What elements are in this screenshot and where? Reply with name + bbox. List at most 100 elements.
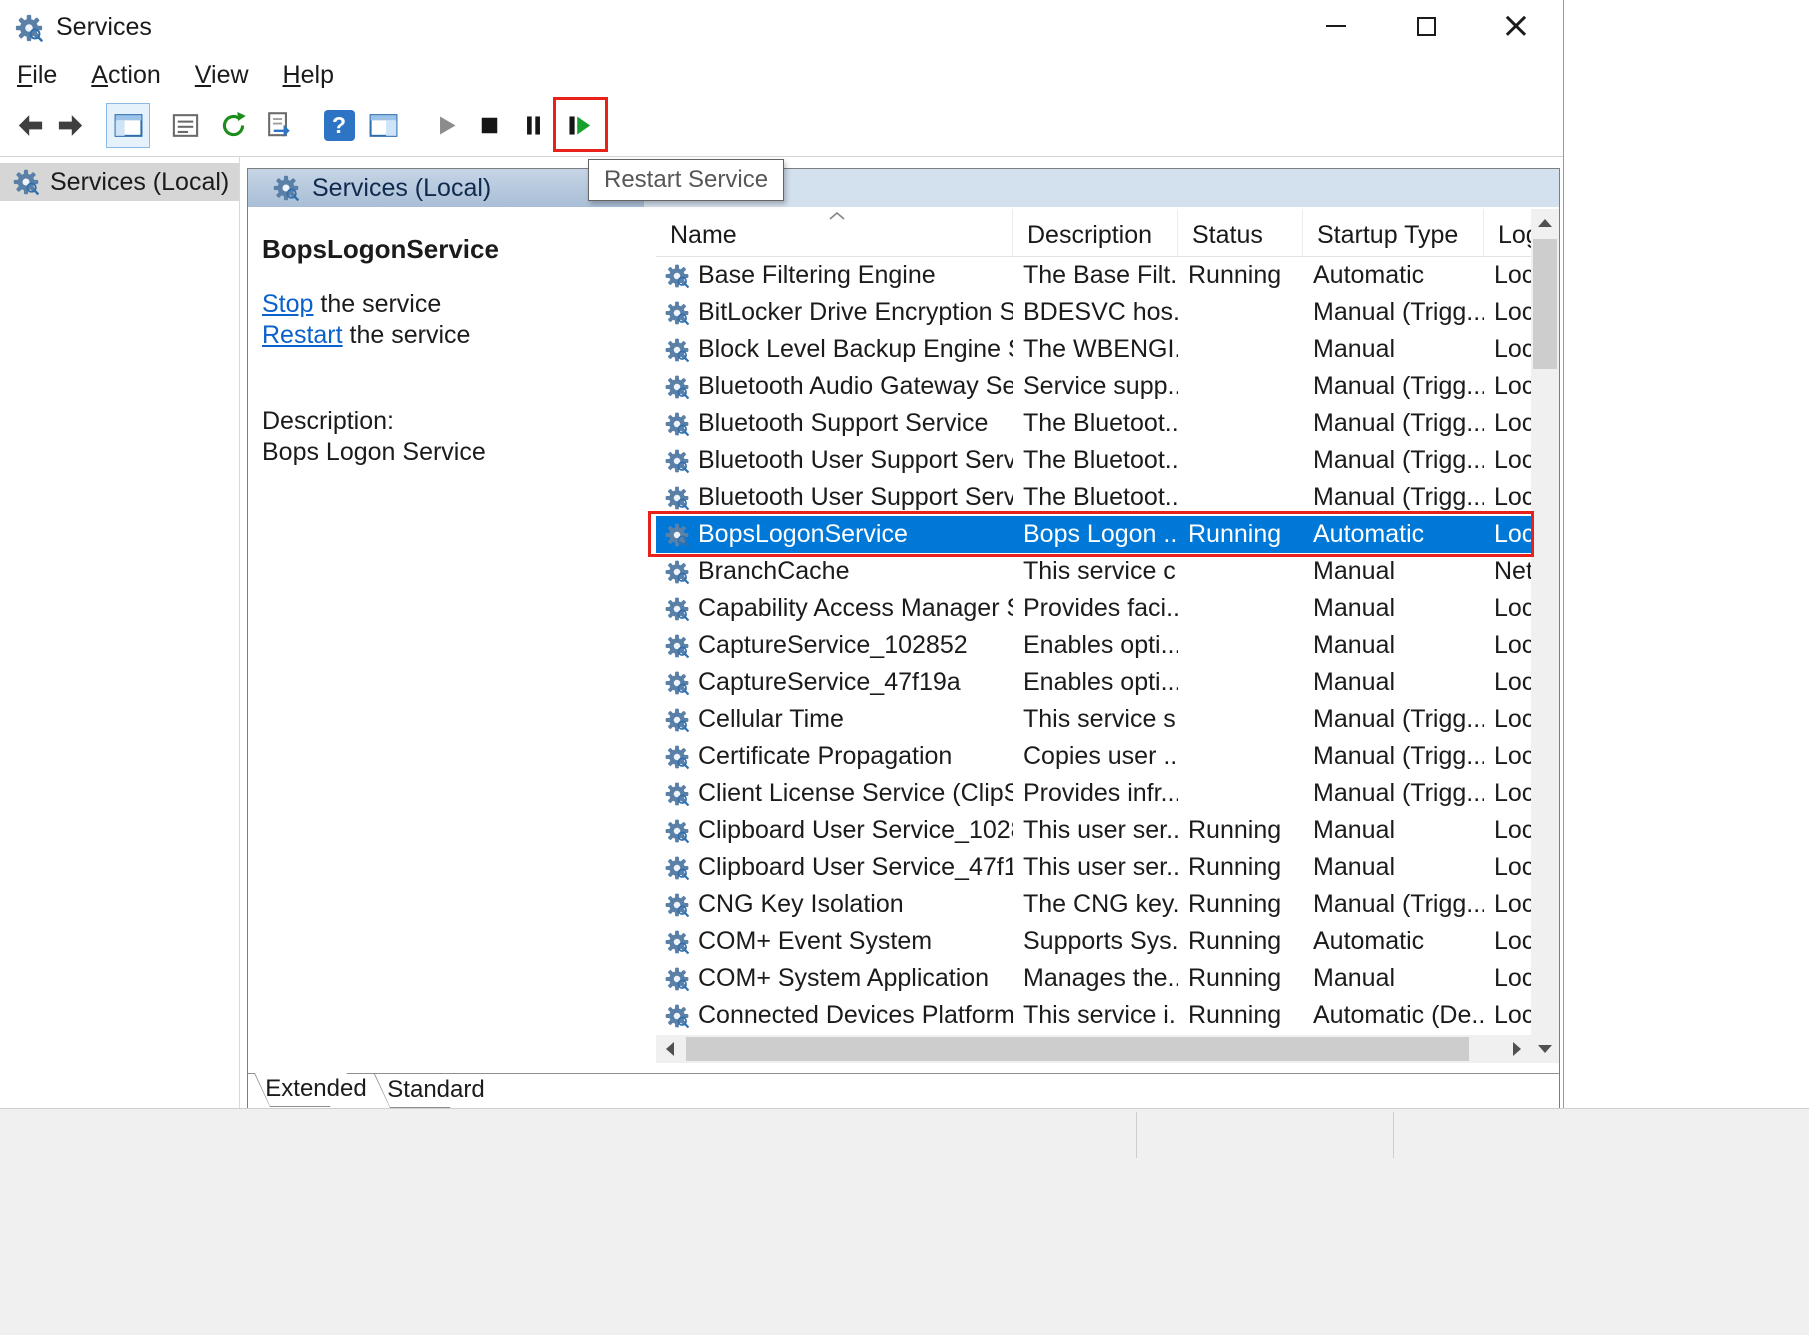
pause-service-button[interactable] [511, 103, 555, 148]
view-tabs: Extended Standard [248, 1073, 1559, 1109]
stop-service-button[interactable] [467, 103, 511, 148]
service-gear-icon [664, 633, 690, 659]
service-log-on-as: Loca [1484, 853, 1531, 882]
service-description: Provides faci... [1013, 594, 1178, 623]
export-list-button[interactable] [257, 103, 301, 148]
show-action-pane-button[interactable] [361, 103, 405, 148]
scroll-up-button[interactable] [1531, 209, 1559, 237]
console-tree-icon [113, 110, 144, 141]
service-row[interactable]: Connected Devices Platform ... This serv… [656, 997, 1531, 1034]
tab-extended[interactable]: Extended [254, 1073, 378, 1107]
window-title: Services [56, 13, 152, 42]
service-row[interactable]: Certificate Propagation Copies user ... … [656, 738, 1531, 775]
restart-service-suffix: the service [343, 321, 471, 349]
service-log-on-as: Loca [1484, 594, 1531, 623]
refresh-icon [218, 110, 249, 141]
service-description: The Bluetoot... [1013, 409, 1178, 438]
back-button[interactable] [8, 103, 52, 148]
service-startup-type: Automatic [1303, 261, 1484, 290]
close-button[interactable]: × [1471, 0, 1561, 52]
horizontal-scrollbar[interactable] [656, 1035, 1531, 1063]
vertical-scroll-thumb[interactable] [1533, 239, 1557, 369]
service-row[interactable]: Block Level Backup Engine Se... The WBEN… [656, 331, 1531, 368]
service-startup-type: Automatic (De... [1303, 1001, 1484, 1030]
description-text: Bops Logon Service [262, 437, 642, 468]
horizontal-scroll-thumb[interactable] [686, 1037, 1469, 1061]
service-row[interactable]: BranchCache This service c... Manual Net [656, 553, 1531, 590]
menu-action[interactable]: Action [74, 59, 178, 92]
column-header-log-on-as[interactable]: Log [1484, 209, 1531, 256]
service-row[interactable]: BopsLogonService Bops Logon ... Running … [656, 516, 1531, 553]
service-row[interactable]: CNG Key Isolation The CNG key... Running… [656, 886, 1531, 923]
refresh-button[interactable] [211, 103, 255, 148]
service-gear-icon [664, 892, 690, 918]
service-name: Capability Access Manager S... [698, 594, 1013, 623]
service-row[interactable]: Bluetooth User Support Servi... The Blue… [656, 442, 1531, 479]
menu-view[interactable]: View [178, 59, 266, 92]
scroll-up-icon [1538, 219, 1552, 227]
tab-standard[interactable]: Standard [374, 1074, 498, 1108]
service-startup-type: Manual (Trigg... [1303, 483, 1484, 512]
column-header-description[interactable]: Description [1013, 209, 1178, 256]
service-log-on-as: Net [1484, 557, 1531, 586]
service-gear-icon [664, 1003, 690, 1029]
menu-file[interactable]: File [0, 59, 74, 92]
service-row[interactable]: CaptureService_47f19a Enables opti... Ma… [656, 664, 1531, 701]
service-row[interactable]: Clipboard User Service_47f19a This user … [656, 849, 1531, 886]
service-status: Running [1178, 1001, 1303, 1030]
scroll-left-button[interactable] [656, 1035, 684, 1063]
stop-service-line: Stop the service [262, 289, 642, 320]
service-row[interactable]: Bluetooth Audio Gateway Ser... Service s… [656, 368, 1531, 405]
service-row[interactable]: BitLocker Drive Encryption Se... BDESVC … [656, 294, 1531, 331]
status-area [0, 1108, 1809, 1335]
service-gear-icon [664, 818, 690, 844]
minimize-button[interactable] [1291, 0, 1381, 52]
service-row[interactable]: Client License Service (ClipSVC) Provide… [656, 775, 1531, 812]
service-row[interactable]: CaptureService_102852 Enables opti... Ma… [656, 627, 1531, 664]
service-row[interactable]: Bluetooth Support Service The Bluetoot..… [656, 405, 1531, 442]
service-description: The Bluetoot... [1013, 446, 1178, 475]
service-gear-icon [664, 855, 690, 881]
restart-service-link[interactable]: Restart [262, 321, 343, 349]
service-row[interactable]: Cellular Time This service s... Manual (… [656, 701, 1531, 738]
minimize-icon [1326, 25, 1346, 27]
show-console-tree-button[interactable] [106, 103, 150, 148]
service-name: Clipboard User Service_102852 [698, 816, 1013, 845]
service-log-on-as: Loc [1484, 520, 1531, 549]
scroll-down-button[interactable] [1531, 1035, 1559, 1063]
restart-service-button[interactable] [556, 103, 600, 148]
stop-service-link[interactable]: Stop [262, 290, 313, 318]
service-log-on-as: Loca [1484, 816, 1531, 845]
service-startup-type: Manual [1303, 816, 1484, 845]
help-button[interactable]: ? [317, 103, 361, 148]
properties-button[interactable] [163, 103, 207, 148]
scroll-right-button[interactable] [1503, 1035, 1531, 1063]
service-name: Certificate Propagation [698, 742, 952, 771]
properties-icon [170, 110, 201, 141]
maximize-button[interactable] [1381, 0, 1471, 52]
service-status: Running [1178, 853, 1303, 882]
start-service-button[interactable] [424, 103, 468, 148]
maximize-icon [1417, 17, 1436, 36]
service-row[interactable]: Capability Access Manager S... Provides … [656, 590, 1531, 627]
service-startup-type: Manual (Trigg... [1303, 372, 1484, 401]
tree-item-services-local[interactable]: Services (Local) [0, 163, 239, 201]
service-row[interactable]: COM+ Event System Supports Sys... Runnin… [656, 923, 1531, 960]
services-app-icon [14, 13, 44, 43]
service-name: Cellular Time [698, 705, 844, 734]
start-icon [431, 110, 462, 141]
service-log-on-as: Loca [1484, 409, 1531, 438]
vertical-scrollbar[interactable] [1531, 209, 1559, 1063]
service-row[interactable]: Base Filtering Engine The Base Filt... R… [656, 257, 1531, 294]
help-icon: ? [324, 110, 355, 141]
service-description: This service c... [1013, 557, 1178, 586]
service-row[interactable]: Bluetooth User Support Servi... The Blue… [656, 479, 1531, 516]
menu-help[interactable]: Help [266, 59, 351, 92]
forward-button[interactable] [48, 103, 92, 148]
column-header-startup-type[interactable]: Startup Type [1303, 209, 1484, 256]
service-startup-type: Manual (Trigg... [1303, 446, 1484, 475]
service-status: Running [1178, 964, 1303, 993]
service-row[interactable]: Clipboard User Service_102852 This user … [656, 812, 1531, 849]
column-header-status[interactable]: Status [1178, 209, 1303, 256]
service-row[interactable]: COM+ System Application Manages the... R… [656, 960, 1531, 997]
